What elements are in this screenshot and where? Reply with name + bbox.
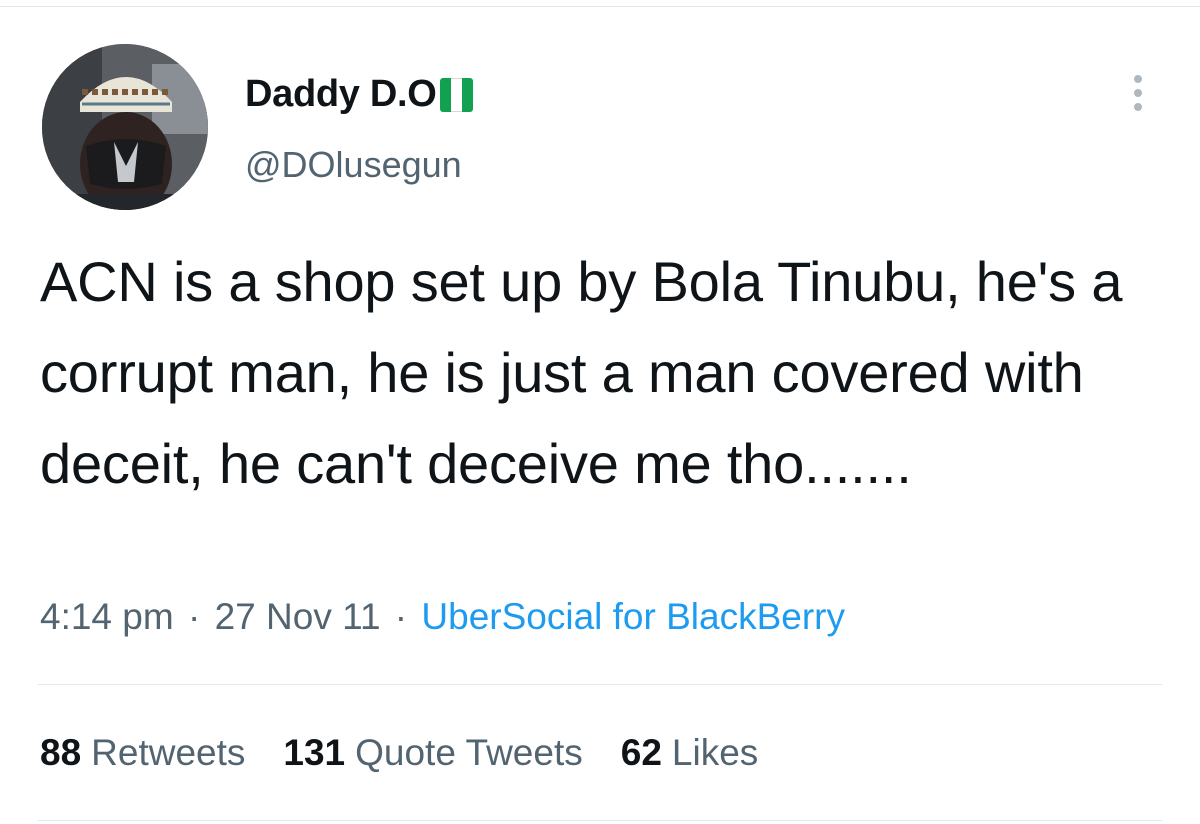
retweets-count: 88: [40, 732, 82, 773]
likes-label: Likes: [671, 732, 759, 773]
tweet-date[interactable]: 27 Nov 11: [215, 596, 381, 637]
avatar[interactable]: [42, 44, 208, 210]
tweet-text: ACN is a shop set up by Bola Tinubu, he'…: [40, 250, 1123, 495]
quote-tweets-label: Quote Tweets: [355, 732, 583, 773]
more-icon[interactable]: [1118, 68, 1158, 118]
retweets-stat[interactable]: 88 Retweets: [40, 732, 245, 774]
nigeria-flag-icon: [439, 77, 473, 112]
tweet-stats: 88 Retweets 131 Quote Tweets 62 Likes: [40, 732, 796, 774]
quote-tweets-stat[interactable]: 131 Quote Tweets: [283, 732, 582, 774]
author-name[interactable]: Daddy D.O: [245, 73, 473, 116]
likes-stat[interactable]: 62 Likes: [621, 732, 759, 774]
author-display-name[interactable]: Daddy D.O: [245, 73, 437, 116]
stats-divider: [38, 684, 1162, 685]
tweet-time[interactable]: 4:14 pm: [40, 596, 174, 637]
retweets-label: Retweets: [91, 732, 246, 773]
bottom-divider: [38, 820, 1162, 821]
tweet-source-link[interactable]: UberSocial for BlackBerry: [421, 596, 845, 637]
avatar-image: [42, 44, 208, 210]
meta-separator: ·: [187, 596, 201, 637]
meta-separator: ·: [394, 596, 408, 637]
likes-count: 62: [620, 732, 662, 773]
top-divider: [0, 6, 1200, 7]
tweet-meta: 4:14 pm · 27 Nov 11 · UberSocial for Bla…: [40, 596, 845, 638]
author-handle[interactable]: @DOlusegun: [245, 144, 462, 186]
quote-tweets-count: 131: [283, 732, 346, 773]
